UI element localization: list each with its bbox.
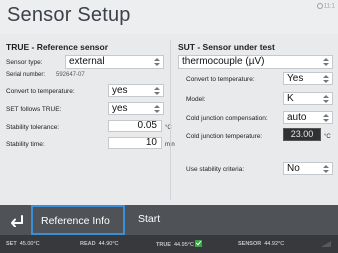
chevron-updown-icon: [154, 57, 160, 67]
status-set-label: SET: [6, 241, 17, 247]
status-set: SET 45.00°C: [6, 241, 40, 247]
status-set-value: 45.00°C: [19, 241, 40, 247]
sut-convert-temp-label: Convert to temperature:: [186, 76, 255, 83]
back-arrow-icon[interactable]: [8, 213, 24, 227]
chevron-updown-icon: [323, 74, 329, 84]
status-sensor: SENSOR 44.92°C: [238, 241, 284, 247]
sut-convert-temp-select[interactable]: Yes: [283, 72, 333, 85]
convert-temp-label: Convert to temperature:: [6, 88, 75, 95]
status-true: TRUE 44.95°C: [156, 240, 203, 248]
sensor-type-select[interactable]: external: [65, 55, 164, 69]
reference-info-label: Reference Info: [41, 215, 110, 227]
title-bar: Sensor Setup 11:1: [0, 0, 338, 34]
chevron-updown-icon: [154, 86, 160, 96]
serial-number-label: Serial number:: [6, 72, 46, 78]
sut-convert-temp-value: Yes: [287, 73, 304, 84]
set-follows-true-label: SET follows TRUE:: [6, 106, 62, 113]
status-read-label: READ: [80, 241, 96, 247]
cjc-value: auto: [287, 112, 307, 123]
stability-time-label: Stability time:: [6, 141, 45, 148]
stability-tolerance-input[interactable]: 0.05: [108, 120, 162, 132]
status-sensor-label: SENSOR: [238, 241, 262, 247]
cjt-unit: °C: [324, 134, 331, 140]
start-button[interactable]: Start: [138, 213, 160, 225]
stability-time-input[interactable]: 10: [108, 137, 162, 149]
model-label: Model:: [186, 96, 206, 103]
reference-info-button[interactable]: Reference Info: [31, 205, 125, 235]
convert-temp-value: yes: [112, 85, 128, 96]
status-sensor-value: 44.92°C: [264, 241, 285, 247]
status-true-label: TRUE: [156, 241, 171, 248]
status-true-value: 44.95°C: [173, 241, 194, 248]
clock-icon: [316, 3, 323, 9]
page-title: Sensor Setup: [7, 4, 131, 26]
set-follows-true-select[interactable]: yes: [108, 102, 164, 115]
chevron-updown-icon: [323, 94, 329, 104]
sut-sensor-type-select[interactable]: thermocouple (µV): [178, 55, 333, 69]
stability-criteria-select[interactable]: No: [283, 162, 333, 175]
signal-icon: [321, 241, 331, 247]
panel-divider: [170, 40, 171, 200]
chevron-updown-icon: [323, 113, 329, 123]
status-bar: SET 45.00°C READ 44.90°C TRUE 44.95°C SENSO…: [0, 235, 338, 253]
chevron-updown-icon: [323, 57, 329, 67]
sensor-type-value: external: [69, 56, 105, 67]
check-icon: [195, 240, 203, 247]
status-read: READ 44.90°C: [80, 241, 119, 247]
true-sensor-heading: TRUE - Reference sensor: [6, 42, 109, 52]
cjt-label: Cold junction temperature:: [186, 133, 263, 140]
chevron-updown-icon: [154, 104, 160, 114]
set-follows-true-value: yes: [112, 103, 128, 114]
sut-sensor-heading: SUT - Sensor under test: [178, 42, 275, 52]
cjc-select[interactable]: auto: [283, 111, 333, 124]
stability-tolerance-label: Stability tolerance:: [6, 124, 60, 131]
stability-criteria-label: Use stability criteria:: [186, 166, 245, 173]
cjt-value-field: 23.00: [283, 128, 321, 141]
stability-criteria-value: No: [287, 163, 300, 174]
serial-number-value: 592647-07: [56, 72, 85, 78]
model-value: K: [287, 93, 294, 104]
sensor-type-label: Sensor type:: [6, 59, 43, 66]
chevron-updown-icon: [323, 164, 329, 174]
cjc-label: Cold junction compensation:: [186, 115, 268, 122]
clock-time: 11:1: [323, 3, 335, 10]
status-read-value: 44.90°C: [98, 241, 119, 247]
model-select[interactable]: K: [283, 92, 333, 105]
convert-temp-select[interactable]: yes: [108, 84, 164, 97]
sut-sensor-type-value: thermocouple (µV): [182, 56, 265, 67]
clock: 11:1: [316, 3, 335, 10]
